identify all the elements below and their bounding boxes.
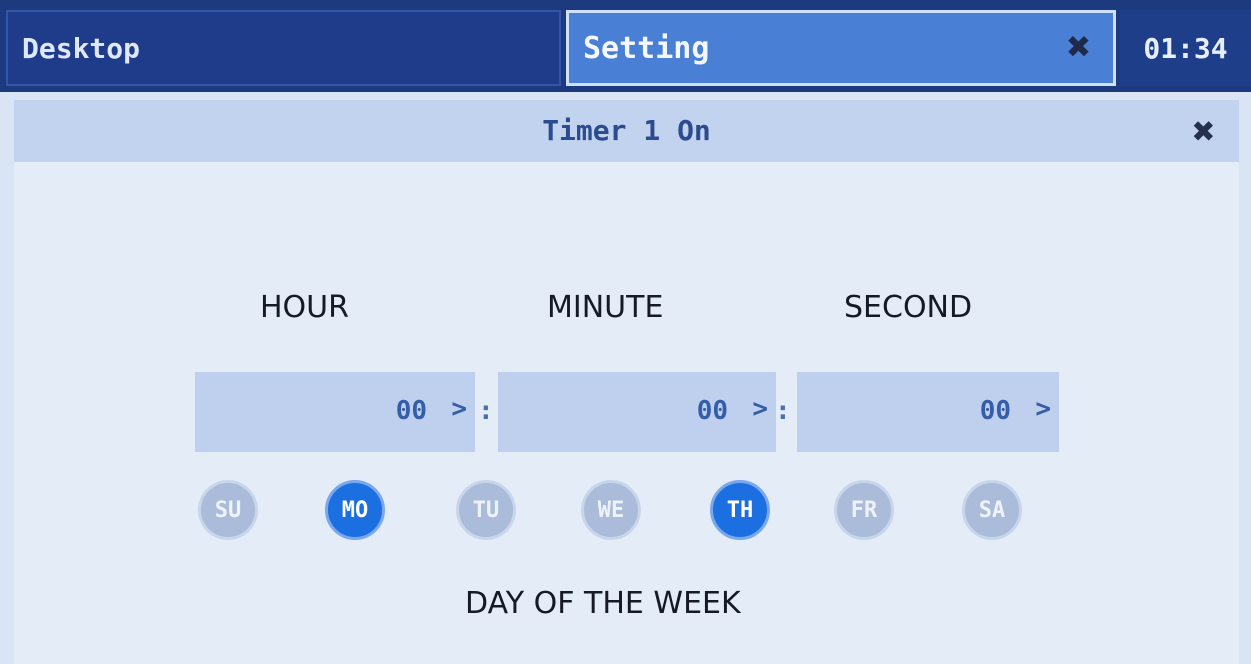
tab-desktop-label: Desktop (22, 31, 141, 65)
day-label: WE (597, 497, 625, 523)
day-label: SA (978, 497, 1006, 523)
close-icon[interactable]: ✖ (1183, 110, 1225, 152)
dialog-title: Timer 1 On (542, 114, 711, 147)
tab-desktop[interactable]: Desktop (6, 10, 561, 86)
chevron-right-icon[interactable]: > (451, 394, 467, 424)
dialog-body: HOUR MINUTE SECOND 00 > : 00 > : 00 > SU… (14, 162, 1239, 664)
close-icon[interactable]: ✖ (1059, 27, 1099, 67)
hour-minute-separator: : (478, 396, 494, 426)
chevron-right-icon[interactable]: > (1035, 394, 1051, 424)
day-label: FR (850, 497, 878, 523)
day-label: TU (472, 497, 500, 523)
clock: 01:34 (1120, 10, 1251, 86)
day-of-week-label: DAY OF THE WEEK (465, 586, 741, 621)
clock-time: 01:34 (1143, 31, 1228, 65)
dialog-header: Timer 1 On ✖ (14, 100, 1239, 162)
second-value: 00 (979, 396, 1011, 426)
tab-setting-label: Setting (583, 30, 710, 66)
second-label: SECOND (844, 290, 973, 325)
day-toggle-fr[interactable]: FR (834, 480, 894, 540)
day-label: TH (726, 497, 754, 523)
day-toggle-mo[interactable]: MO (325, 480, 385, 540)
day-toggle-tu[interactable]: TU (456, 480, 516, 540)
day-toggle-sa[interactable]: SA (962, 480, 1022, 540)
hour-label: HOUR (260, 290, 349, 325)
minute-field[interactable]: 00 > (498, 372, 776, 452)
minute-label: MINUTE (547, 290, 664, 325)
second-field[interactable]: 00 > (797, 372, 1059, 452)
minute-value: 00 (696, 396, 728, 426)
day-label: MO (341, 497, 369, 523)
top-bar: Desktop Setting ✖ 01:34 (0, 0, 1251, 92)
day-toggle-su[interactable]: SU (198, 480, 258, 540)
timer-dialog: Timer 1 On ✖ HOUR MINUTE SECOND 00 > : 0… (0, 92, 1251, 664)
hour-field[interactable]: 00 > (195, 372, 475, 452)
day-toggle-th[interactable]: TH (710, 480, 770, 540)
chevron-right-icon[interactable]: > (752, 394, 768, 424)
day-label: SU (214, 497, 242, 523)
minute-second-separator: : (775, 396, 791, 426)
tab-setting[interactable]: Setting ✖ (566, 10, 1116, 86)
day-toggle-we[interactable]: WE (581, 480, 641, 540)
hour-value: 00 (395, 396, 427, 426)
